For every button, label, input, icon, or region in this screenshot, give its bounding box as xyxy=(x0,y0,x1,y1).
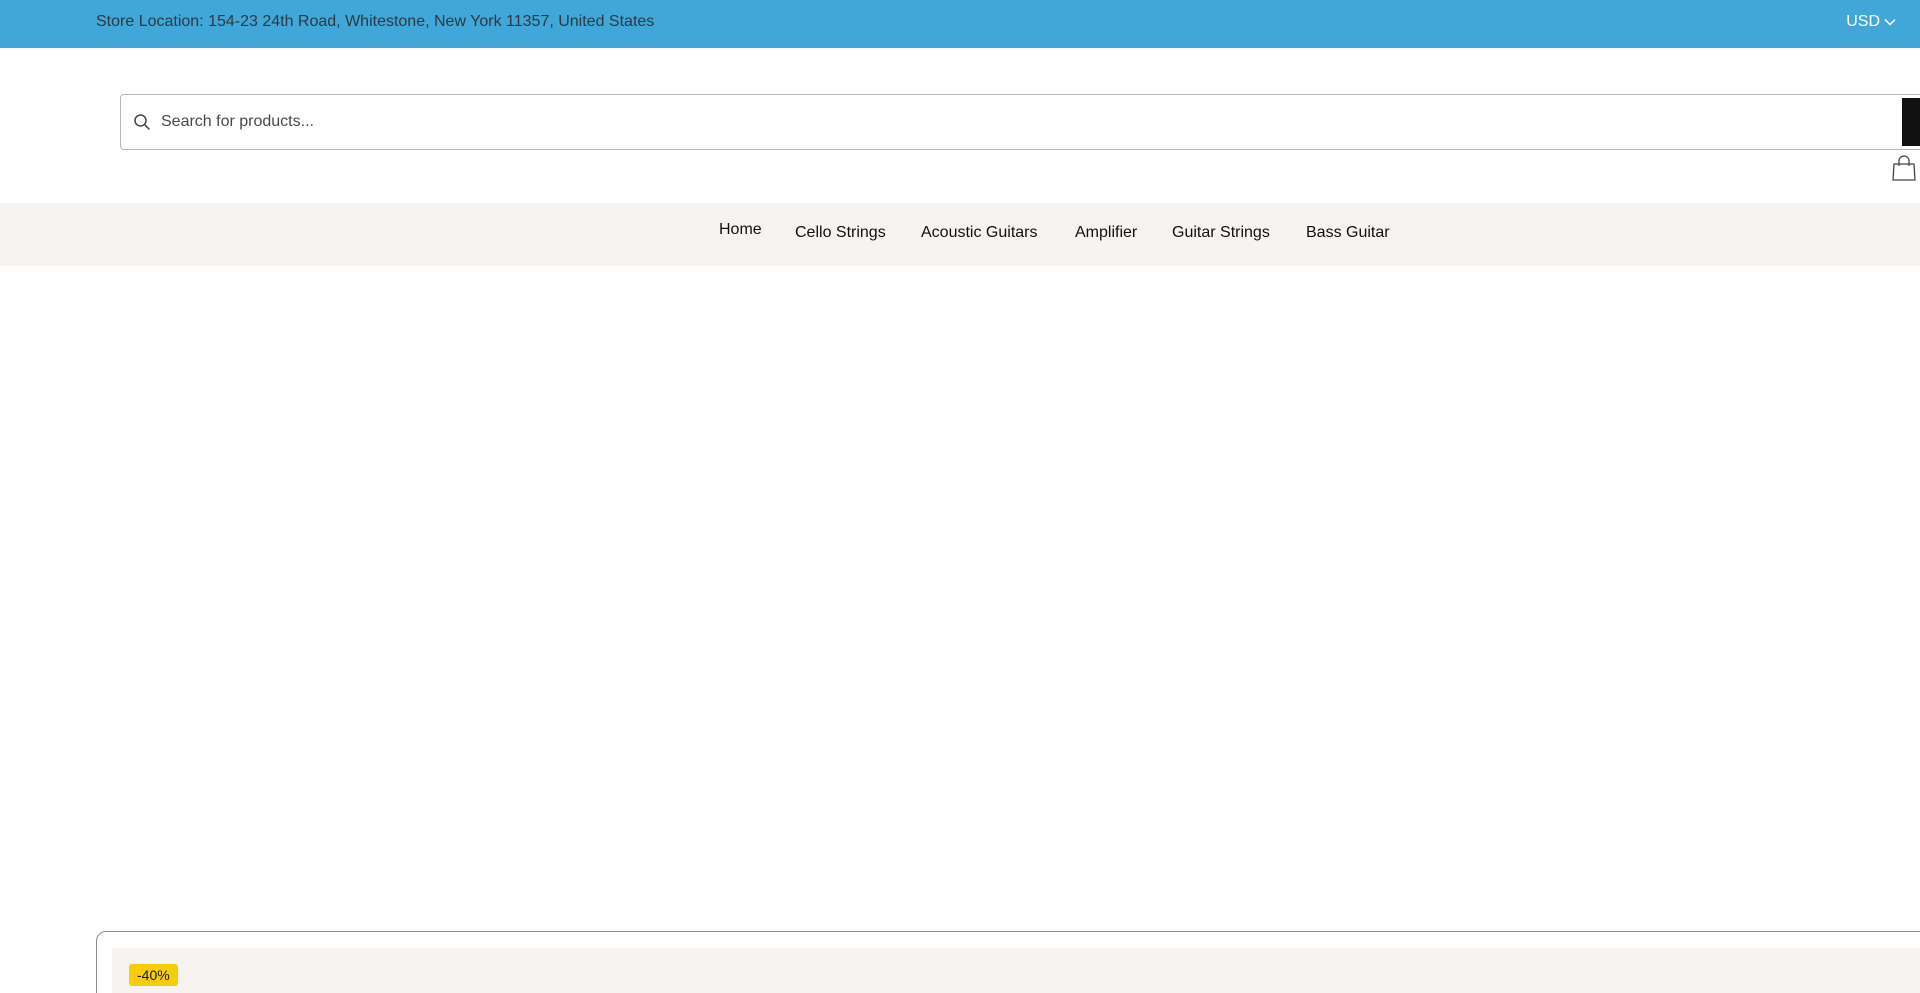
search-button[interactable] xyxy=(1902,98,1920,146)
nav-item-guitar-strings[interactable]: Guitar Strings xyxy=(1172,224,1270,242)
search-bar xyxy=(120,94,1920,150)
main-navigation: Home Cello Strings Acoustic Guitars Ampl… xyxy=(0,203,1920,266)
search-icon xyxy=(134,114,150,130)
nav-item-amplifier[interactable]: Amplifier xyxy=(1075,224,1137,242)
cart-icon[interactable] xyxy=(1890,154,1918,182)
product-image[interactable] xyxy=(112,948,1920,993)
nav-item-acoustic-guitars[interactable]: Acoustic Guitars xyxy=(921,224,1037,242)
currency-label: USD xyxy=(1846,13,1880,30)
nav-item-cello-strings[interactable]: Cello Strings xyxy=(795,224,886,242)
page: Store Location: 154-23 24th Road, Whites… xyxy=(0,0,1920,993)
nav-item-bass-guitar[interactable]: Bass Guitar xyxy=(1306,224,1390,242)
store-location-text: Store Location: 154-23 24th Road, Whites… xyxy=(96,13,655,30)
chevron-down-icon xyxy=(1884,18,1896,26)
currency-selector[interactable]: USD xyxy=(1846,13,1896,31)
discount-badge: -40% xyxy=(129,964,178,986)
search-input[interactable] xyxy=(161,95,1861,149)
nav-item-home[interactable]: Home xyxy=(719,221,762,239)
announcement-bar: Store Location: 154-23 24th Road, Whites… xyxy=(0,0,1920,48)
